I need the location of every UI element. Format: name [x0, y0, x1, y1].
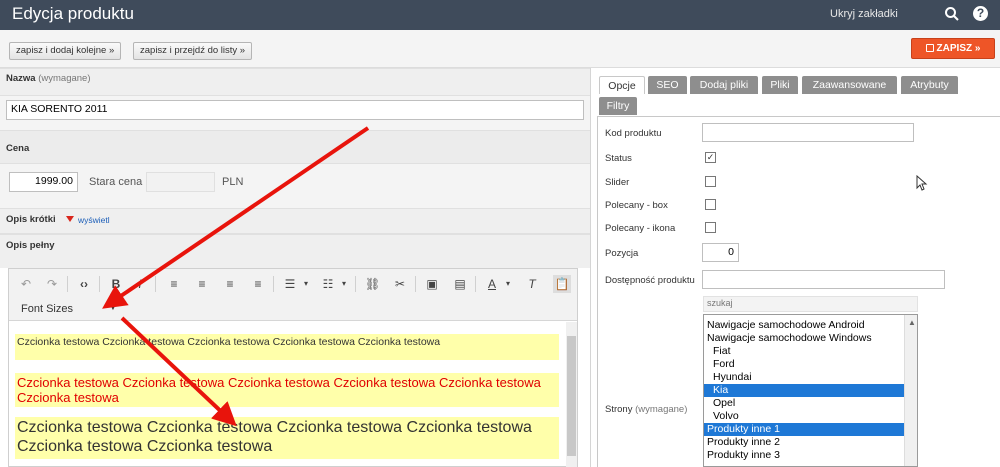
arrow-to-font-sizes: [102, 126, 370, 309]
annotation-arrows: [102, 126, 370, 427]
arrow-to-large-text: [120, 316, 237, 427]
